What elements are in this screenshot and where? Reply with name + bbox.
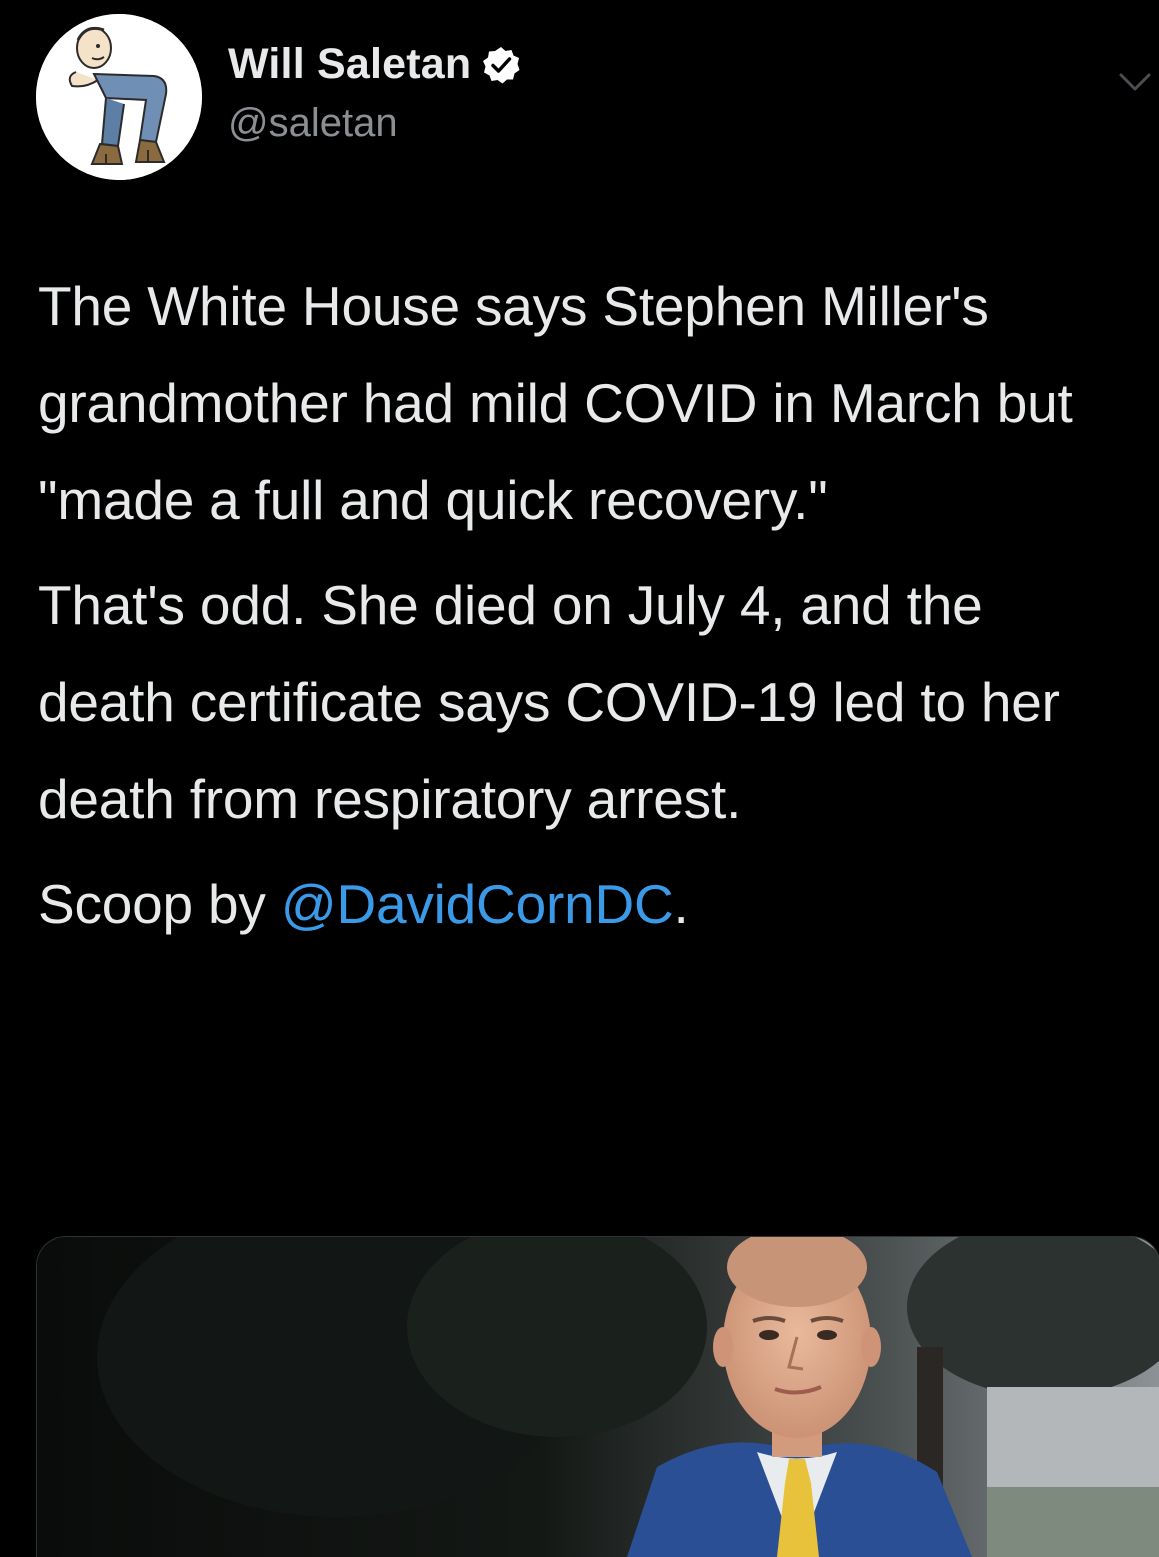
- scoop-prefix: Scoop by: [38, 873, 281, 935]
- verified-badge-icon: [483, 46, 520, 83]
- author-name-row[interactable]: Will Saletan: [228, 40, 521, 89]
- mention-link[interactable]: @DavidCornDC: [281, 873, 674, 935]
- tweet-paragraph: The White House says Stephen Miller's gr…: [38, 275, 1073, 531]
- tweet-text: The White House says Stephen Miller's gr…: [38, 258, 1128, 953]
- author-handle[interactable]: @saletan: [228, 101, 398, 146]
- tweet: Will Saletan @saletan The White House sa…: [0, 0, 1159, 1557]
- scoop-suffix: .: [673, 873, 689, 935]
- tweet-paragraph: That's odd. She died on July 4, and the …: [38, 574, 1060, 830]
- tweet-paragraph-scoop: Scoop by @DavidCornDC.: [38, 856, 1128, 953]
- photo-image: [37, 1237, 1159, 1557]
- chevron-down-icon[interactable]: [1117, 70, 1153, 94]
- cartoon-avatar-icon: [36, 14, 202, 180]
- author-display-name: Will Saletan: [228, 40, 472, 88]
- tweet-media-photo[interactable]: [36, 1236, 1159, 1557]
- author-avatar[interactable]: [36, 14, 202, 180]
